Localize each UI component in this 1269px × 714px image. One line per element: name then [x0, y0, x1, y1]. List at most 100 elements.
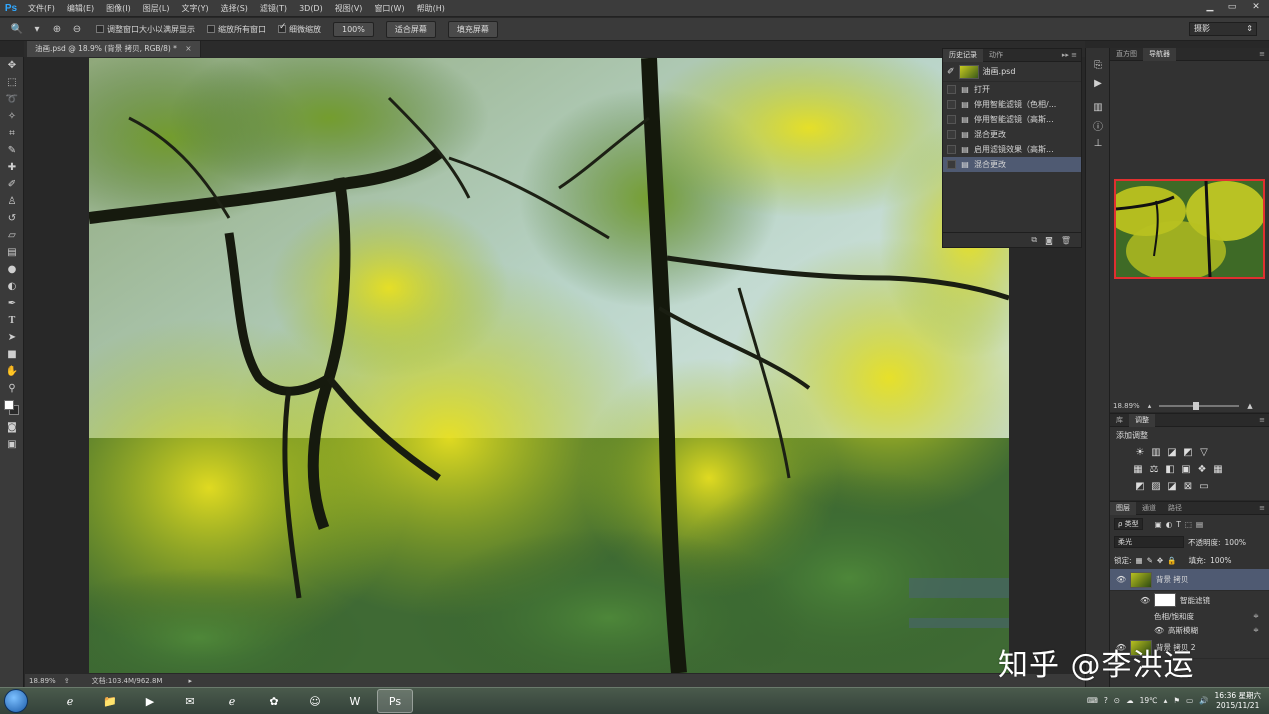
hue-saturation-icon[interactable]: ▦	[1132, 464, 1144, 476]
history-state-box[interactable]	[947, 160, 956, 169]
history-item[interactable]: ▤ 停用智能滤镜（高斯...	[943, 112, 1081, 127]
history-item[interactable]: ▤ 停用智能滤镜（色相/...	[943, 97, 1081, 112]
zoom-in-icon[interactable]: ⊕	[50, 22, 64, 36]
menu-image[interactable]: 图像(I)	[100, 3, 137, 14]
status-menu-arrow-icon[interactable]: ▸	[188, 677, 192, 685]
lasso-tool-icon[interactable]: ➰	[0, 91, 24, 108]
history-state-box[interactable]	[947, 100, 956, 109]
workspace-select[interactable]: 摄影 ⇕	[1189, 22, 1257, 36]
panel-menu-icon[interactable]: ≡	[1255, 504, 1269, 512]
menu-layer[interactable]: 图层(L)	[137, 3, 176, 14]
zoom-icon[interactable]: 🔍	[10, 22, 24, 36]
history-state-box[interactable]	[947, 145, 956, 154]
lock-position-icon[interactable]: ✥	[1157, 556, 1163, 565]
opacity-value[interactable]: 100%	[1225, 538, 1246, 547]
menu-edit[interactable]: 编辑(E)	[61, 3, 100, 14]
qq-icon[interactable]: ☺	[297, 689, 333, 713]
fill-value[interactable]: 100%	[1210, 556, 1231, 565]
app-icon[interactable]: ✿	[256, 689, 292, 713]
history-item[interactable]: ▤ 启用滤镜效果（高斯...	[943, 142, 1081, 157]
healing-brush-tool-icon[interactable]: ✚	[0, 159, 24, 176]
marquee-tool-icon[interactable]: ⬚	[0, 74, 24, 91]
smart-filter-mask[interactable]	[1154, 593, 1176, 607]
browser-icon[interactable]: ℯ	[214, 689, 250, 713]
quick-mask-icon[interactable]: ◙	[0, 419, 24, 436]
menu-filter[interactable]: 滤镜(T)	[254, 3, 293, 14]
document-tab[interactable]: 油画.psd @ 18.9% (背景 拷贝, RGB/8) * ×	[27, 41, 201, 57]
filter-smart-object-icon[interactable]: ▤	[1196, 520, 1203, 529]
hand-tool-icon[interactable]: ✋	[0, 363, 24, 380]
curves-icon[interactable]: ◪	[1166, 447, 1178, 459]
shape-tool-icon[interactable]: ■	[0, 346, 24, 363]
threshold-icon[interactable]: ◪	[1166, 481, 1178, 493]
eye-icon[interactable]: 👁	[1116, 575, 1126, 584]
zoom-tool-icon[interactable]: ⚲	[0, 380, 24, 397]
photoshop-taskbar-icon[interactable]: Ps	[377, 689, 413, 713]
pen-tool-icon[interactable]: ✒	[0, 295, 24, 312]
close-tab-icon[interactable]: ×	[185, 44, 191, 53]
layer-row-selected[interactable]: 👁 背景 拷贝	[1110, 569, 1269, 591]
close-button[interactable]: ✕	[1243, 0, 1269, 17]
menu-3d[interactable]: 3D(D)	[293, 4, 329, 13]
black-white-icon[interactable]: ◧	[1164, 464, 1176, 476]
flag-icon[interactable]: ⚑	[1173, 696, 1180, 705]
filter-adjustment-icon[interactable]: ◐	[1166, 520, 1173, 529]
layer-name[interactable]: 背景 拷贝	[1156, 574, 1188, 585]
zoom-in-large-icon[interactable]: ▲	[1247, 402, 1252, 410]
filter-options-icon[interactable]: ≑	[1253, 612, 1259, 620]
menu-view[interactable]: 视图(V)	[329, 3, 369, 14]
posterize-icon[interactable]: ▨	[1150, 481, 1162, 493]
resize-windows-checkbox[interactable]: 调整窗口大小以满屏显示	[96, 24, 195, 35]
gradient-tool-icon[interactable]: ▤	[0, 244, 24, 261]
tab-adjustments[interactable]: 调整	[1129, 413, 1155, 427]
foreground-color[interactable]	[4, 400, 14, 410]
display-icon[interactable]: ▭	[1186, 696, 1193, 705]
color-balance-icon[interactable]: ⚖	[1148, 464, 1160, 476]
navigator-zoom-readout[interactable]: 18.89%	[1113, 402, 1140, 410]
type-tool-icon[interactable]: T	[0, 312, 24, 329]
history-state-box[interactable]	[947, 130, 956, 139]
lock-transparent-icon[interactable]: ▦	[1136, 556, 1143, 565]
panel-menu-icon[interactable]: ▸▸ ≡	[1058, 51, 1081, 59]
panel-menu-icon[interactable]: ≡	[1255, 50, 1269, 58]
mail-icon[interactable]: ✉	[172, 689, 208, 713]
lock-paint-icon[interactable]: ✎	[1147, 556, 1153, 565]
tab-libraries[interactable]: 库	[1110, 414, 1129, 427]
smart-filter-item[interactable]: 色相/饱和度 ≑	[1110, 609, 1269, 623]
checkbox-box-checked[interactable]	[278, 22, 287, 33]
history-state-box[interactable]	[947, 85, 956, 94]
filter-pixel-icon[interactable]: ▣	[1155, 520, 1162, 529]
history-snapshot[interactable]: ✐ 油画.psd	[943, 62, 1081, 82]
checkbox-box[interactable]	[96, 25, 104, 33]
file-explorer-icon[interactable]: 📁	[92, 689, 128, 713]
zoom-out-icon[interactable]: ⊖	[70, 22, 84, 36]
path-selection-tool-icon[interactable]: ➤	[0, 329, 24, 346]
zoom-out-small-icon[interactable]: ▴	[1148, 402, 1152, 410]
zoom-readout[interactable]: 18.89%	[29, 677, 56, 685]
screen-mode-icon[interactable]: ▣	[0, 436, 24, 453]
color-swatches[interactable]	[0, 397, 24, 419]
history-state-box[interactable]	[947, 115, 956, 124]
scrubby-zoom-checkbox[interactable]: 细微缩放	[278, 22, 321, 35]
word-icon[interactable]: W	[337, 689, 373, 713]
selective-color-icon[interactable]: ⊠	[1182, 481, 1194, 493]
zoom-all-windows-checkbox[interactable]: 缩放所有窗口	[207, 24, 266, 35]
media-player-icon[interactable]: ▶	[132, 689, 168, 713]
trash-icon[interactable]: 🗑	[1061, 236, 1071, 245]
history-item[interactable]: ▤ 混合更改	[943, 127, 1081, 142]
cloud-icon[interactable]: ☁	[1126, 696, 1134, 705]
history-brush-tool-icon[interactable]: ↺	[0, 210, 24, 227]
photo-filter-icon[interactable]: ▣	[1180, 464, 1192, 476]
tab-histogram[interactable]: 直方图	[1110, 48, 1143, 61]
exposure-icon[interactable]: ◩	[1182, 447, 1194, 459]
menu-help[interactable]: 帮助(H)	[411, 3, 451, 14]
minimize-button[interactable]: ▁	[1199, 0, 1221, 17]
network-icon[interactable]: ⊙	[1114, 696, 1120, 705]
history-item[interactable]: ▤ 打开	[943, 82, 1081, 97]
eye-icon[interactable]: 👁	[1140, 596, 1150, 605]
layer-kind-filter[interactable]: ρ 类型	[1114, 518, 1143, 530]
volume-icon[interactable]: 🔊	[1199, 696, 1208, 705]
gradient-map-icon[interactable]: ▭	[1198, 481, 1210, 493]
channel-mixer-icon[interactable]: ❖	[1196, 464, 1208, 476]
filter-options-icon[interactable]: ≑	[1253, 626, 1259, 634]
